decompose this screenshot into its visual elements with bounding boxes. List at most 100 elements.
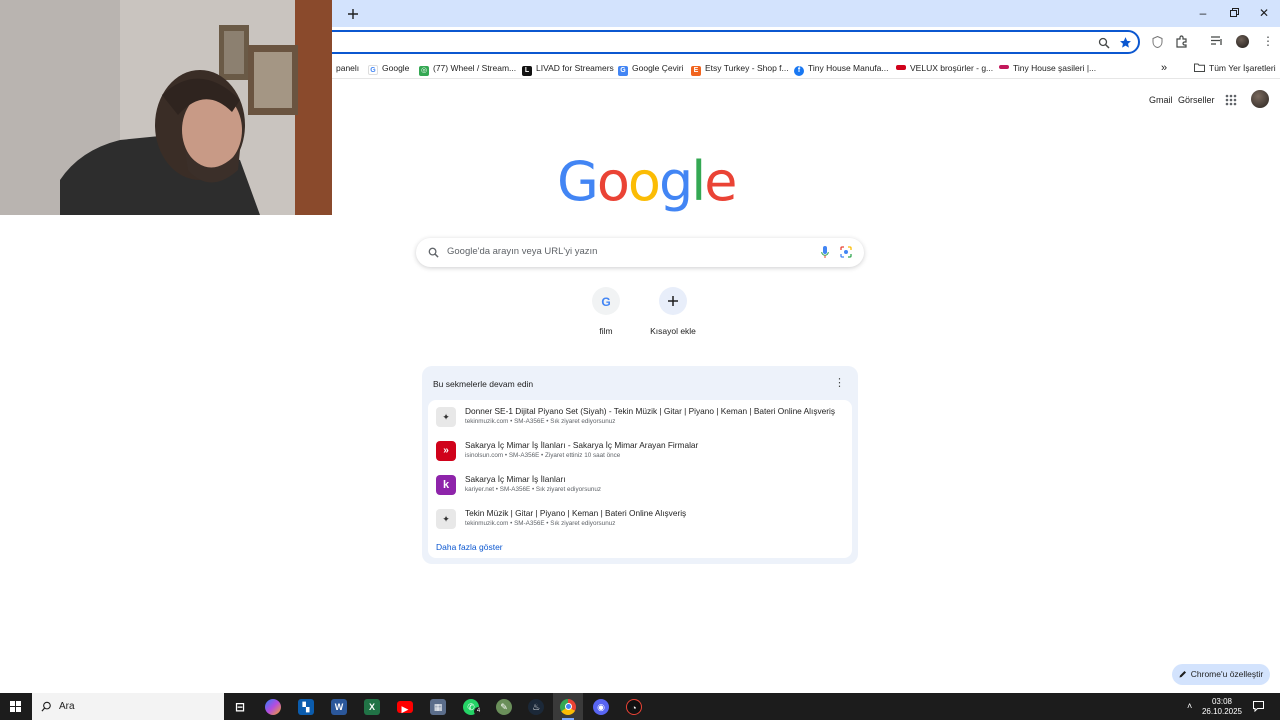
translate-icon: G [618,66,628,76]
restore-button[interactable] [1222,4,1246,22]
task-view-icon[interactable]: ⊟ [232,699,248,715]
bookmark-label: panelı [336,63,360,73]
chevron-up-icon[interactable]: ˄ [1187,701,1192,711]
tab-row-title: Sakarya İç Mimar İş İlanları [465,474,566,484]
bookmark-item[interactable]: L LIVAD for Streamers [522,60,614,76]
folder-icon [1194,63,1205,72]
logo-letter: e [704,150,737,213]
bookmark-item[interactable]: ◎ (77) Wheel / Stream... [419,60,516,76]
tab-row-subtitle: tekinmuzik.com • SM-A356E • Sık ziyaret … [465,418,616,425]
bookmark-label: VELUX broşürler - g... [910,63,994,73]
show-more-link[interactable]: Daha fazla göster [436,542,503,552]
bookmark-item[interactable]: panelı [336,60,359,76]
bookmark-star-icon[interactable] [1119,36,1132,49]
add-shortcut-tile[interactable]: Kısayol ekle [643,287,703,336]
continue-tabs-card: Bu sekmelerle devam edin ⋮ ✦ Donner SE-1… [422,366,858,564]
plus-icon [659,287,687,315]
bookmark-item[interactable]: G Google Çeviri [618,60,684,76]
notifications-icon[interactable] [1253,701,1264,712]
bookmarks-overflow-button[interactable]: » [1161,60,1167,76]
tekin-muzik-icon: ✦ [436,407,456,427]
logo-letter: o [627,150,661,213]
excel-icon[interactable]: X [364,699,380,715]
close-window-button[interactable]: ✕ [1252,4,1276,22]
webcam-overlay [0,0,332,215]
logo-letter: g [658,150,693,213]
restore-icon [1229,8,1239,17]
facebook-icon: f [794,66,804,76]
bookmark-label: Google Çeviri [632,63,684,73]
tab-row-title: Sakarya İç Mimar İş İlanları - Sakarya İ… [465,440,699,450]
all-bookmarks-folder[interactable]: Tüm Yer İşaretleri [1194,60,1276,76]
logo-letter: G [557,150,599,213]
wheel-icon: ◎ [419,66,429,76]
search-icon [41,701,51,712]
bookmark-label: Tiny House Manufa... [808,63,889,73]
bookmark-label: Google [382,63,410,73]
account-avatar[interactable] [1251,90,1269,108]
minimize-button[interactable]: – [1191,4,1215,22]
address-bar[interactable] [280,30,1140,54]
calculator-icon[interactable]: ▦ [430,699,446,715]
tab-row[interactable]: ✦ Tekin Müzik | Gitar | Piyano | Keman |… [432,504,848,536]
taskbar-search[interactable]: Ara [32,693,224,720]
app-icon[interactable]: ◔ [626,699,642,715]
shortcut-tile[interactable]: G film [576,287,636,336]
bookmark-label: Tiny House şasileri |... [1013,63,1097,73]
customize-chrome-button[interactable]: Chrome'u özelleştir [1172,664,1270,685]
tab-row[interactable]: ✦ Donner SE-1 Dijital Piyano Set (Siyah)… [432,402,848,434]
clock-date: 26.10.2025 [1201,707,1243,716]
app-icon[interactable]: ✎ [496,699,512,715]
logo-letter: l [691,150,706,213]
clock-time: 03:08 [1211,697,1233,706]
clock[interactable]: 03:08 26.10.2025 [1198,697,1246,717]
steam-icon[interactable]: ♨ [528,699,544,715]
search-box[interactable]: Google'da arayın veya URL'yi yazın [416,238,864,267]
discord-icon[interactable]: ◉ [593,699,609,715]
bookmark-label: LIVAD for Streamers [536,63,614,73]
pencil-icon [1179,671,1186,678]
gmail-link[interactable]: Gmail [1149,95,1173,105]
images-link[interactable]: Görseller [1178,95,1215,105]
zoom-icon[interactable] [1098,37,1110,49]
profile-avatar-small[interactable] [1236,35,1249,48]
card-list: ✦ Donner SE-1 Dijital Piyano Set (Siyah)… [428,400,852,558]
copilot-icon[interactable] [265,699,281,715]
new-tab-button[interactable] [343,4,363,24]
youtube-icon[interactable]: ▶ [397,701,413,714]
velux-icon [896,65,906,70]
whatsapp-badge: 4 [474,707,483,716]
shield-extension-icon[interactable] [1152,36,1163,48]
bookmark-item[interactable]: G Google [368,60,409,76]
bookmark-item[interactable]: VELUX broşürler - g... [896,60,993,76]
tab-row[interactable]: k Sakarya İç Mimar İş İlanları kariyer.n… [432,470,848,502]
isinolsun-icon: » [436,441,456,461]
kariyer-icon: k [436,475,456,495]
all-bookmarks-label: Tüm Yer İşaretleri [1209,63,1276,73]
bookmark-label: Etsy Turkey - Shop f... [705,63,789,73]
app-icon[interactable]: ▚ [298,699,314,715]
customize-label: Chrome'u özelleştir [1190,669,1264,679]
voice-search-icon[interactable] [821,246,829,259]
bookmark-item[interactable]: Tiny House şasileri |... [999,60,1096,76]
shortcut-label: film [599,326,613,336]
etsy-icon: E [691,66,701,76]
chrome-menu-button[interactable]: ⋮ [1262,35,1274,47]
media-queue-icon[interactable] [1211,36,1223,47]
word-icon[interactable]: W [331,699,347,715]
google-lens-icon[interactable] [840,246,852,258]
card-title: Bu sekmelerle devam edin [433,379,534,389]
search-icon [428,247,439,258]
extensions-icon[interactable] [1175,35,1188,48]
bookmark-item[interactable]: E Etsy Turkey - Shop f... [691,60,789,76]
taskbar: Ara ⊟ ▚ W X ▶ ▦ ✆ 4 ✎ ♨ ◉ ◔ ˄ 03:08 26.1… [0,693,1280,720]
plus-icon [348,9,358,19]
chrome-icon[interactable] [560,699,576,715]
card-menu-icon[interactable]: ⋮ [834,376,845,389]
bookmark-item[interactable]: f Tiny House Manufa... [794,60,888,76]
windows-start-icon[interactable] [10,701,21,712]
tab-row-subtitle: isinolsun.com • SM-A356E • Ziyaret ettin… [465,452,621,459]
tab-row[interactable]: » Sakarya İç Mimar İş İlanları - Sakarya… [432,436,848,468]
google-apps-icon[interactable] [1225,94,1237,106]
google-g-icon: G [592,287,620,315]
